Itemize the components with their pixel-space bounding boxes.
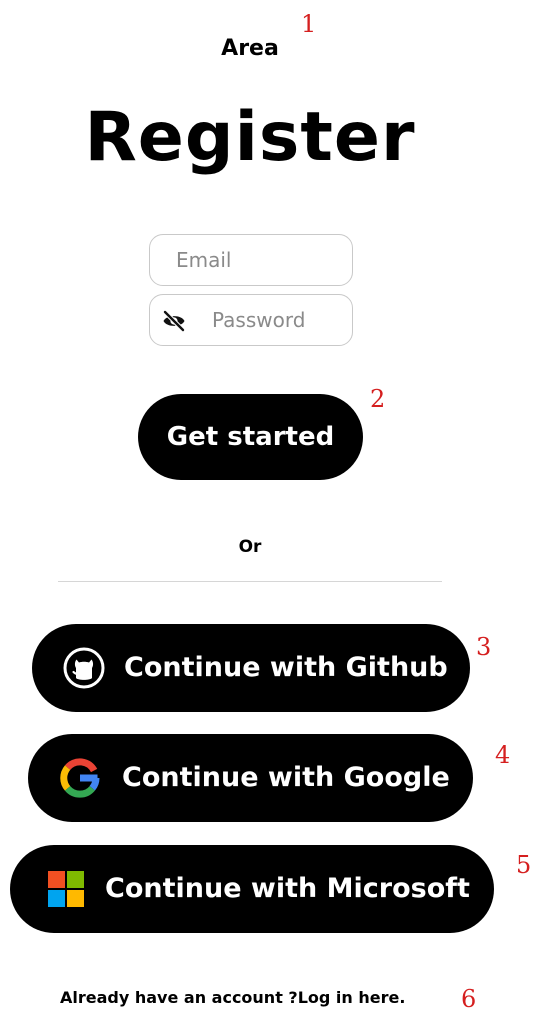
google-icon — [58, 756, 102, 800]
password-field-container — [149, 294, 353, 346]
password-field[interactable] — [212, 295, 348, 345]
register-page: Area Register Get started Or Continue wi… — [0, 0, 533, 1017]
annotation-1: 1 — [301, 10, 317, 38]
page-title: Register — [84, 98, 416, 177]
microsoft-icon — [44, 867, 88, 911]
microsoft-button-label: Continue with Microsoft — [105, 873, 470, 904]
continue-with-microsoft-button[interactable]: Continue with Microsoft — [10, 845, 494, 933]
annotation-5: 5 — [516, 851, 532, 879]
annotation-3: 3 — [476, 633, 492, 661]
annotation-2: 2 — [370, 385, 386, 413]
or-separator-label: Or — [238, 537, 262, 557]
email-field[interactable] — [150, 235, 352, 285]
email-field-container — [149, 234, 353, 286]
login-prompt: Already have an account ?Log in here. — [60, 988, 405, 1007]
continue-with-google-button[interactable]: Continue with Google — [28, 734, 473, 822]
app-name: Area — [221, 36, 279, 61]
login-link[interactable]: Log in here. — [298, 988, 406, 1007]
annotation-4: 4 — [495, 741, 511, 769]
eye-off-icon[interactable] — [162, 309, 186, 333]
continue-with-github-button[interactable]: Continue with Github — [32, 624, 470, 712]
github-button-label: Continue with Github — [124, 652, 448, 683]
github-icon — [62, 646, 106, 690]
divider — [58, 581, 442, 582]
annotation-6: 6 — [461, 985, 477, 1013]
login-prompt-text: Already have an account ? — [60, 988, 298, 1007]
google-button-label: Continue with Google — [122, 762, 450, 793]
get-started-button[interactable]: Get started — [138, 394, 363, 480]
